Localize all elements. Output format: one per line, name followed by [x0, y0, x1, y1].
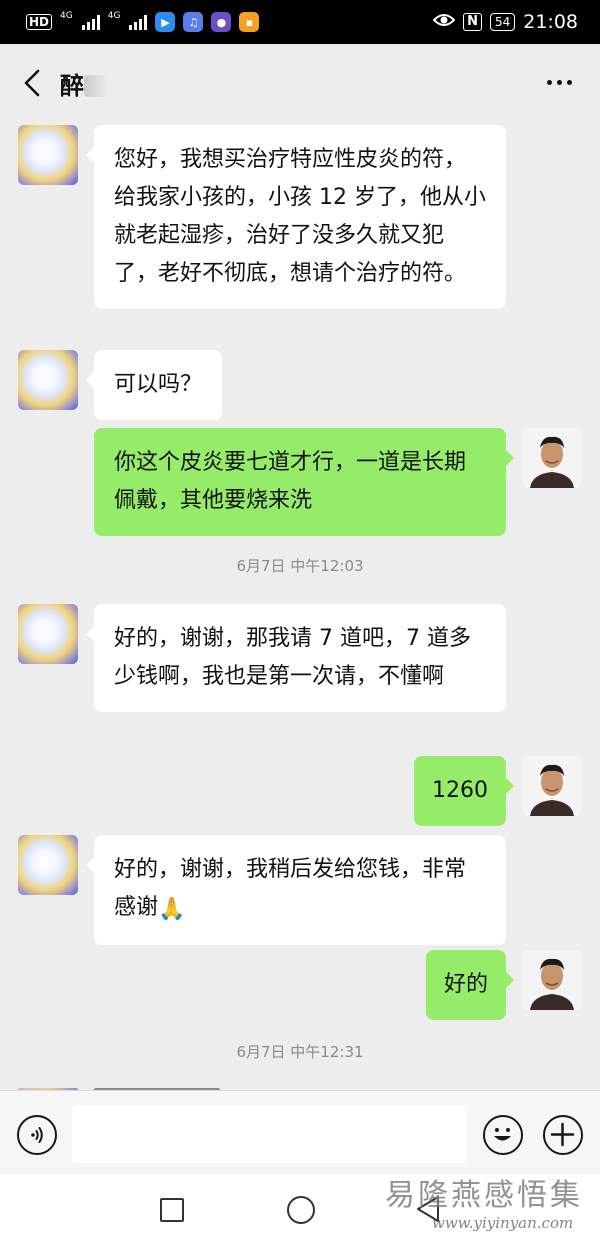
chat-header: 醉	[0, 44, 600, 120]
title-redaction	[84, 75, 108, 97]
signal-icon	[129, 14, 148, 30]
recent-apps-icon[interactable]	[160, 1198, 184, 1222]
contact-avatar[interactable]	[18, 350, 78, 410]
home-icon[interactable]	[287, 1196, 315, 1224]
user-avatar[interactable]	[522, 950, 582, 1010]
eye-icon	[432, 12, 456, 33]
message-row: 好的，谢谢，我稍后发给您钱，非常感谢🙏	[18, 835, 506, 945]
chat-title: 醉	[60, 66, 108, 101]
watermark-title: 易隆燕感悟集	[385, 1178, 583, 1213]
pray-emoji-icon: 🙏	[158, 897, 186, 922]
status-left: HD 4G 4G ▶ ♫ ● ▪	[26, 11, 260, 32]
hd-icon: HD	[26, 14, 53, 30]
message-row: 可以吗？	[18, 350, 223, 420]
voice-icon[interactable]	[17, 1115, 57, 1155]
contact-avatar[interactable]	[18, 125, 78, 185]
contact-avatar[interactable]	[18, 604, 78, 664]
message-row: 你这个皮炎要七道才行，一道是长期佩戴，其他要烧来洗	[94, 428, 582, 536]
network-type-label: 4G	[107, 11, 121, 21]
chevron-left-icon[interactable]	[20, 68, 44, 98]
more-dots-icon[interactable]	[547, 80, 572, 85]
plus-icon[interactable]	[543, 1115, 583, 1155]
timestamp: 6月7日 中午12:03	[236, 557, 364, 575]
status-right: N 54 21:08	[432, 11, 578, 33]
clock-time: 21:08	[523, 11, 578, 33]
delivery-app-icon: ▶	[155, 12, 176, 32]
app-icon: ▪	[239, 12, 260, 32]
contact-avatar[interactable]	[18, 835, 78, 895]
app-icon: ●	[211, 12, 232, 32]
message-row: 好的	[425, 950, 582, 1020]
smiley-icon[interactable]	[483, 1115, 523, 1155]
message-row: 1260	[414, 756, 582, 826]
message-bubble[interactable]: 1260	[414, 756, 514, 826]
message-bubble[interactable]: 你这个皮炎要七道才行，一道是长期佩戴，其他要烧来洗	[94, 428, 514, 536]
user-avatar[interactable]	[522, 428, 582, 488]
message-bubble[interactable]: 可以吗？	[85, 350, 223, 420]
nfc-icon: N	[463, 13, 482, 31]
chat-area[interactable]: 您好，我想买治疗特应性皮炎的符，给我家小孩的，小孩 12 岁了，他从小就老起湿疹…	[0, 120, 600, 1092]
message-row: 您好，我想买治疗特应性皮炎的符，给我家小孩的，小孩 12 岁了，他从小就老起湿疹…	[18, 125, 506, 309]
network-type-label: 4G	[60, 11, 73, 21]
input-bar	[0, 1090, 600, 1174]
user-avatar[interactable]	[522, 756, 582, 816]
message-row: 好的，谢谢，那我请 7 道吧，7 道多少钱啊，我也是第一次请，不懂啊	[18, 604, 506, 712]
battery-icon: 54	[489, 13, 516, 31]
message-bubble[interactable]: 好的，谢谢，我稍后发给您钱，非常感谢🙏	[86, 835, 506, 945]
watermark-url: www.yiyinyan.com	[432, 1214, 574, 1232]
message-bubble[interactable]: 好的，谢谢，那我请 7 道吧，7 道多少钱啊，我也是第一次请，不懂啊	[86, 604, 506, 712]
status-bar: HD 4G 4G ▶ ♫ ● ▪ N 54 21:08	[0, 0, 600, 44]
timestamp: 6月7日 中午12:31	[236, 1043, 364, 1061]
signal-icon	[81, 14, 100, 30]
message-bubble[interactable]: 好的	[425, 950, 515, 1020]
message-bubble[interactable]: 您好，我想买治疗特应性皮炎的符，给我家小孩的，小孩 12 岁了，他从小就老起湿疹…	[86, 125, 506, 309]
music-app-icon: ♫	[183, 12, 204, 32]
message-input[interactable]	[72, 1105, 467, 1163]
